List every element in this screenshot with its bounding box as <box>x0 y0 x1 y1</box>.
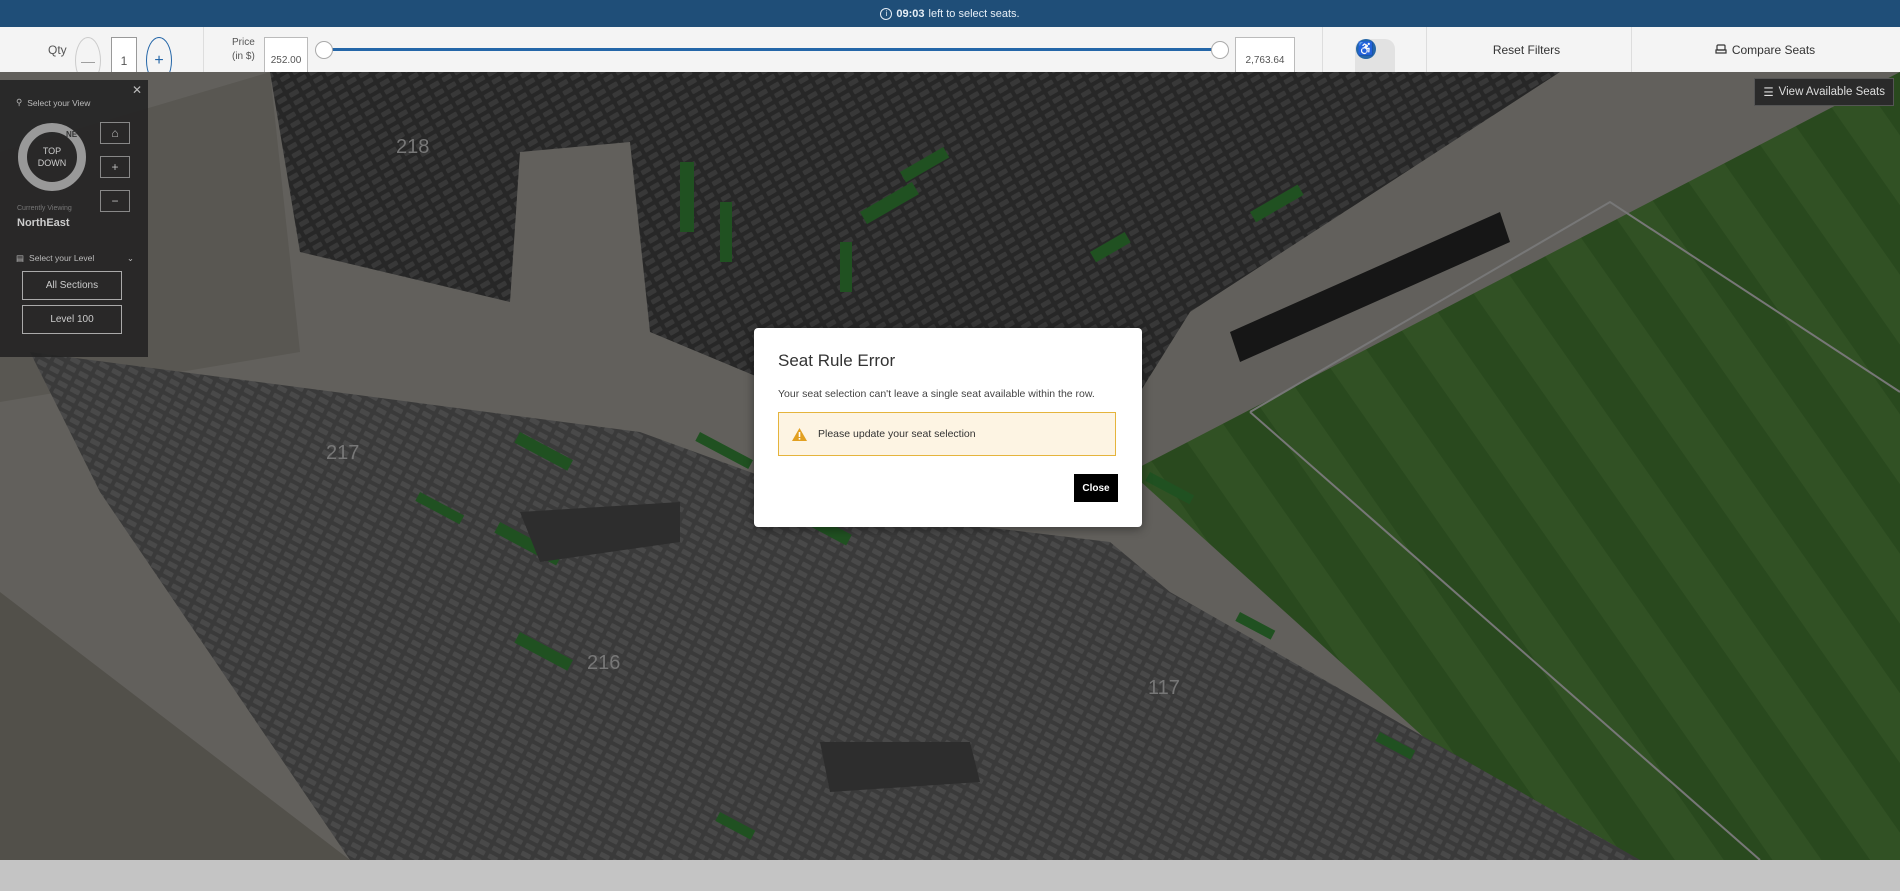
close-button[interactable]: Close <box>1074 474 1118 502</box>
reset-filters-button[interactable]: Reset Filters <box>1427 27 1626 72</box>
price-label-text: Price <box>232 36 255 48</box>
home-icon[interactable]: ⌂ <box>100 122 130 144</box>
dialog-title: Seat Rule Error <box>778 351 896 370</box>
info-icon: i <box>880 7 893 20</box>
filter-toolbar: Qty — 1 + Price (in $) 252.00 2,763.64 ♿… <box>0 27 1900 84</box>
price-slider-track[interactable] <box>322 48 1220 51</box>
alert-text: Please update your seat selection <box>818 428 976 440</box>
view-available-seats-button[interactable]: ☰ View Available Seats <box>1754 78 1894 106</box>
footer-strip <box>0 860 1900 891</box>
level-button-all-sections[interactable]: All Sections <box>22 271 122 300</box>
warning-alert: Please update your seat selection <box>778 412 1116 456</box>
compare-seats-button[interactable]: Compare Seats <box>1632 27 1898 72</box>
facing-value: NorthEast <box>17 217 70 229</box>
timer-message: left to select seats. <box>928 7 1020 20</box>
list-icon: ☰ <box>1763 87 1774 99</box>
section-label[interactable]: 216 <box>587 652 620 675</box>
camera-icon: ⚲ <box>16 97 23 107</box>
seat-rule-error-dialog: Seat Rule Error Your seat selection can'… <box>754 328 1142 527</box>
dialog-message: Your seat selection can't leave a single… <box>778 388 1095 400</box>
facing-label: Currently Viewing <box>17 205 72 212</box>
select-level-title: ▤ Select your Level <box>16 253 94 264</box>
compare-seats-label: Compare Seats <box>1731 42 1816 57</box>
divider <box>203 27 204 72</box>
zoom-out-button[interactable]: − <box>100 190 130 212</box>
select-view-label: Select your View <box>27 97 91 108</box>
level-button-level-100[interactable]: Level 100 <box>22 305 122 334</box>
timer-time: 09:03 <box>896 7 925 20</box>
view-control-panel: ✕ ⚲ Select your View TOP DOWN NE ⌂ + − C… <box>0 80 148 357</box>
price-slider-min-handle[interactable] <box>315 41 333 59</box>
price-label: Price (in $) <box>232 27 255 72</box>
zoom-in-button[interactable]: + <box>100 156 130 178</box>
price-unit: (in $) <box>232 50 255 62</box>
qty-label: Qty <box>48 42 67 57</box>
chevron-down-icon: ⌄ <box>126 253 134 263</box>
section-label[interactable]: 218 <box>396 136 429 159</box>
seat-icon <box>1715 44 1727 54</box>
section-label[interactable]: 117 <box>1148 677 1180 700</box>
wheelchair-icon: ♿ <box>1356 39 1376 59</box>
timer-bar: i 09:03 left to select seats. <box>0 0 1900 27</box>
compass-label: TOP DOWN <box>37 146 67 168</box>
divider <box>1322 27 1323 72</box>
close-icon[interactable]: ✕ <box>132 83 142 97</box>
select-level-header[interactable]: ▤ Select your Level ⌄ <box>16 253 134 264</box>
layers-icon: ▤ <box>16 253 25 263</box>
select-level-label: Select your Level <box>29 253 95 263</box>
warning-icon <box>792 427 807 441</box>
view-available-label: View Available Seats <box>1778 86 1885 98</box>
section-label[interactable]: 217 <box>326 442 359 465</box>
select-view-header: ⚲ Select your View <box>16 97 90 108</box>
compass-direction[interactable]: NE <box>66 130 77 139</box>
price-slider-max-handle[interactable] <box>1211 41 1229 59</box>
